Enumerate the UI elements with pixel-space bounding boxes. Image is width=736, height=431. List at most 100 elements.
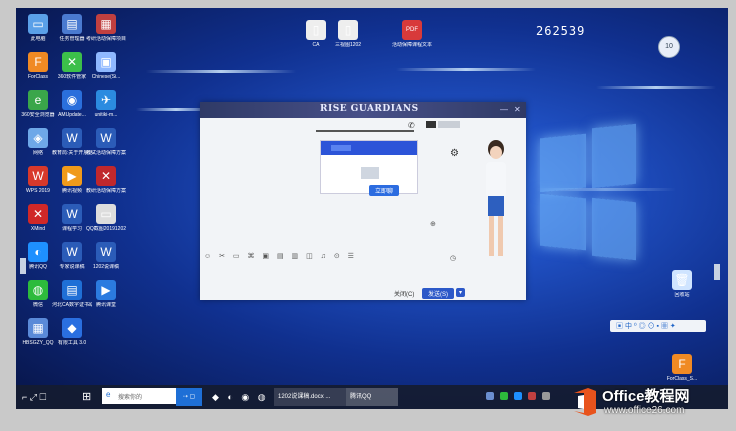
taskbar-left-icons[interactable]: ⌐ ⤢ ☐ <box>22 388 46 406</box>
tray-qq-icon[interactable] <box>514 392 522 400</box>
ime-glyphs: ▣ 中 ⁰ ◎ ⊙ ▪ ▦ ✦ <box>616 323 676 330</box>
desktop-icon-icon: ▶ <box>96 280 116 300</box>
task-word-doc[interactable]: 1202说课稿.docx ... <box>274 388 346 406</box>
desktop-right-icon-label: ForClass_S... <box>666 376 698 382</box>
desktop-icon[interactable]: ◆ 有限工具 3.0 <box>52 318 92 346</box>
phone-icon[interactable]: ✆ <box>408 121 415 130</box>
desktop-icon-label: 考研活动保障项目 <box>86 36 126 42</box>
desktop-icon-icon: W <box>62 128 82 148</box>
screen-share-panel: 立即聊 <box>320 140 418 196</box>
avatar-shirt <box>486 162 506 198</box>
desktop-top-icon-icon: ▯ <box>306 20 326 40</box>
settings-icon[interactable]: ⚙ <box>450 148 459 159</box>
send-options-chevron-icon[interactable]: ▾ <box>456 288 466 297</box>
desktop-icon-icon: ▦ <box>96 14 116 34</box>
desktop-icon-icon: ▣ <box>96 52 116 72</box>
win-logo-pane-4 <box>592 197 636 261</box>
tray-volume-icon[interactable] <box>542 392 550 400</box>
desktop-icon[interactable]: W 1202说课稿 <box>86 242 126 270</box>
avatar-leg-right <box>498 216 503 256</box>
send-button[interactable]: 发送(S) <box>422 288 454 299</box>
desktop-icon-icon: e <box>28 90 48 110</box>
desktop-icon-icon: ▭ <box>28 14 48 34</box>
office26-watermark: Office教程网 www.office26.com <box>572 383 732 423</box>
search-placeholder: 搜索你的 <box>118 395 143 401</box>
video-icon[interactable] <box>426 121 436 128</box>
desktop-icon[interactable]: ✈ unitiki-m... <box>86 90 126 118</box>
desktop-icon-label: 教研活动保障方案 <box>86 188 126 194</box>
desktop-icon-icon: ▦ <box>28 318 48 338</box>
desktop-icon-icon: ✈ <box>96 90 116 110</box>
desktop-right-icon[interactable]: F ForClass_S... <box>662 354 702 382</box>
desktop-icon[interactable]: ▶ 腾讯课堂 <box>86 280 126 308</box>
search-icon: e <box>106 390 111 399</box>
desktop-icon-icon: ◍ <box>28 280 48 300</box>
desktop-top-icon[interactable]: PDF 活动保障课程文本 <box>392 20 432 48</box>
desktop-icon[interactable]: ▣ Chinese(Si... <box>86 52 126 80</box>
window-title: RISE GUARDIANS <box>320 104 419 114</box>
tray-wechat-icon[interactable] <box>500 392 508 400</box>
avatar-leg-left <box>489 216 494 256</box>
close-icon[interactable]: ✕ <box>514 105 521 114</box>
chat-now-button[interactable]: 立即聊 <box>369 185 400 196</box>
desktop-top-icon[interactable]: ▯ 三视图1202 <box>328 20 368 48</box>
left-edge-handle[interactable] <box>20 258 26 274</box>
desktop-icon-label: 腾讯课堂 <box>95 302 116 308</box>
desktop-icon-icon: ◉ <box>62 90 82 110</box>
weather-badge[interactable]: 10 <box>658 36 680 58</box>
desktop-icon-icon: W <box>62 242 82 262</box>
input-toolbar[interactable]: ☺ ✂ ▭ ⌘ ▣ ▤ ▥ ◫ ♫ ⊙ ☰ <box>204 252 357 260</box>
office-logo-icon <box>574 388 596 416</box>
pinned-apps[interactable]: ◆ ◐ ◉ ◍ <box>212 388 269 406</box>
win-logo-pane-2 <box>592 123 636 189</box>
task-view-button[interactable]: ⇢ ▢ <box>176 388 202 406</box>
desktop-icon[interactable]: W 考试活动保障方案 <box>86 128 126 156</box>
right-edge-handle[interactable] <box>714 264 720 280</box>
counter-readout: 262539 <box>536 24 586 38</box>
win-logo-pane-3 <box>540 193 586 251</box>
desktop-icon-icon: F <box>28 52 48 72</box>
desktop-top-icon-label: 活动保障课程文本 <box>392 42 432 48</box>
watermark-url: www.office26.com <box>604 405 685 416</box>
desktop-icon[interactable]: ✕ 教研活动保障方案 <box>86 166 126 194</box>
desktop-icon-label: Chinese(Si... <box>91 74 121 80</box>
desktop-icon-label: 1202说课稿 <box>92 264 120 270</box>
desktop-icon-icon: ✕ <box>28 204 48 224</box>
desktop-icon-label: 有限工具 3.0 <box>57 340 87 346</box>
share-tag <box>331 145 351 151</box>
desktop-right-icon[interactable]: 🗑 回收站 <box>662 270 702 298</box>
close-button[interactable]: 关闭(C) <box>388 288 420 299</box>
ime-toolbar[interactable]: ▣ 中 ⁰ ◎ ⊙ ▪ ▦ ✦ <box>610 320 706 332</box>
tray-network-icon[interactable] <box>486 392 494 400</box>
desktop-top-icon-label: 三视图1202 <box>334 42 362 48</box>
more-toolbar[interactable] <box>438 121 460 128</box>
win-logo-pane-1 <box>540 133 586 193</box>
wallpaper-light-3 <box>596 86 716 89</box>
wallpaper-light-1 <box>146 70 296 73</box>
desktop-right-icon-icon: F <box>672 354 692 374</box>
desktop-icon[interactable]: ▭ QQ截图20191202... <box>86 204 126 232</box>
zoom-icon[interactable]: ⊕ <box>430 220 436 228</box>
monitor-bezel: 262539 ▭ 此电脑 ▤ 任务管理器 ▦ 考研活动保障项目 F ForClass ✕ 360软… <box>0 0 736 431</box>
desktop-icon[interactable]: ▦ 考研活动保障项目 <box>86 14 126 42</box>
desktop-icon-icon: ▤ <box>62 280 82 300</box>
desktop-right-icon-icon: 🗑 <box>672 270 692 290</box>
desktop-icon-icon: ▶ <box>62 166 82 186</box>
avatar-face <box>490 146 502 159</box>
qq-chat-window: RISE GUARDIANS — ✕ ✆ 立即聊 ⚙ ⊕ ☺ ✂ ▭ ⌘ ▣ ▤… <box>200 102 526 300</box>
desktop-top-icon-icon: PDF <box>402 20 422 40</box>
desktop-screen: 262539 ▭ 此电脑 ▤ 任务管理器 ▦ 考研活动保障项目 F ForClass ✕ 360软… <box>16 8 728 409</box>
history-icon[interactable]: ◷ <box>450 254 456 262</box>
minimize-icon[interactable]: — <box>500 105 508 114</box>
window-titlebar[interactable]: RISE GUARDIANS — ✕ <box>200 102 526 118</box>
desktop-icon-icon: ✕ <box>96 166 116 186</box>
start-button-icon[interactable]: ⊞ <box>82 388 91 406</box>
task-qq[interactable]: 腾讯QQ <box>346 388 398 406</box>
tray-app-icon[interactable] <box>528 392 536 400</box>
desktop-icon-icon: W <box>28 166 48 186</box>
avatar-figure <box>480 140 510 268</box>
watermark-brand: Office教程网 <box>602 388 690 405</box>
chat-bubble-icon <box>361 167 379 179</box>
desktop-icon-label: unitiki-m... <box>94 112 118 118</box>
desktop-icon-icon: ✕ <box>62 52 82 72</box>
